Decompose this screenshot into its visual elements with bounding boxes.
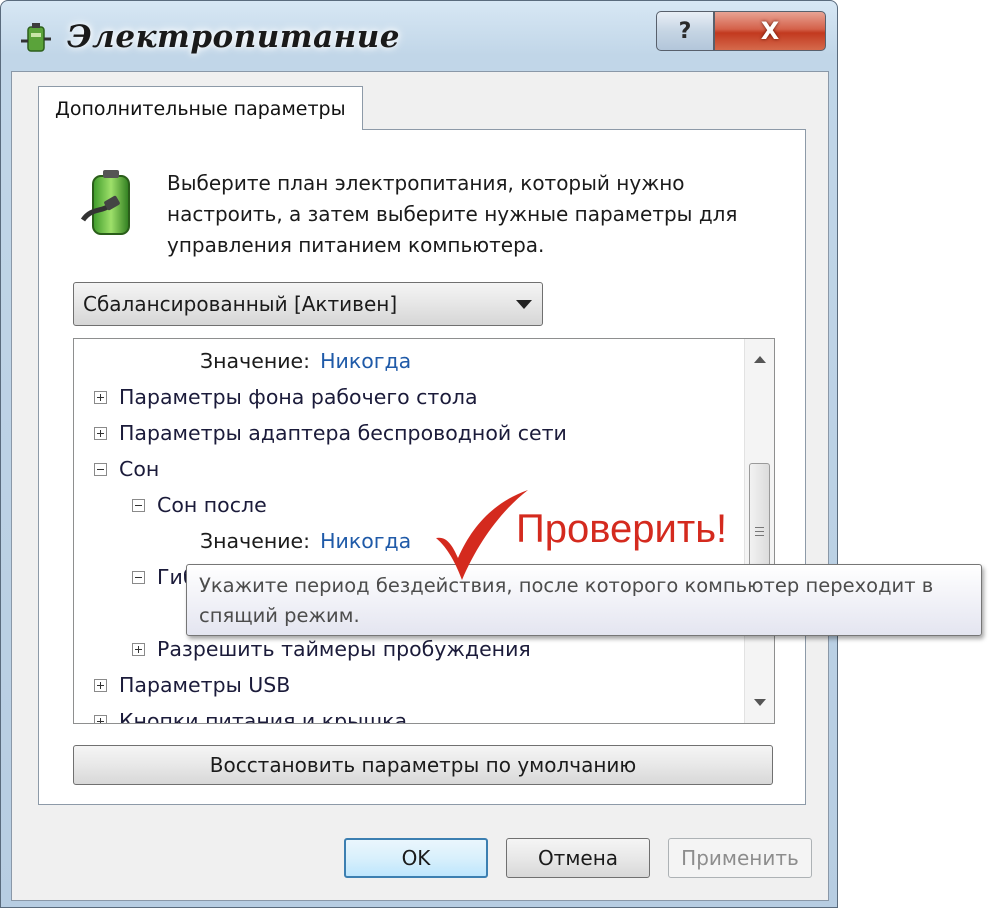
tree-item-wireless-adapter[interactable]: Параметры адаптера беспроводной сети <box>94 417 567 449</box>
value-link[interactable]: Никогда <box>320 349 411 373</box>
restore-defaults-button[interactable]: Восстановить параметры по умолчанию <box>73 745 773 785</box>
collapse-minus-icon[interactable] <box>94 462 107 476</box>
tree-item-label: Кнопки питания и крышка <box>119 709 408 724</box>
tree-item-sleep[interactable]: Сон <box>94 453 159 485</box>
expand-plus-icon[interactable] <box>94 678 107 692</box>
advanced-settings-panel: Выберите план электропитания, который ну… <box>38 129 806 805</box>
power-plan-value: Сбалансированный [Активен] <box>83 292 398 316</box>
value-label: Значение: <box>200 529 311 553</box>
window-title: Электропитание <box>67 19 401 55</box>
annotation-check-label: Проверить! <box>516 507 728 551</box>
expand-plus-icon[interactable] <box>94 714 107 723</box>
sleep-tooltip: Укажите период бездействия, после которо… <box>186 564 982 636</box>
chevron-down-icon <box>516 300 532 309</box>
value-link[interactable]: Никогда <box>320 529 411 553</box>
tree-item-sleep-after[interactable]: Сон после <box>132 489 267 521</box>
tree-item-label: Параметры адаптера беспроводной сети <box>119 421 567 445</box>
close-icon: X <box>760 17 780 45</box>
tree-item-label: Параметры фона рабочего стола <box>119 385 478 409</box>
close-button[interactable]: X <box>714 11 826 51</box>
cancel-button[interactable]: Отмена <box>506 838 650 878</box>
power-options-icon <box>21 23 51 52</box>
grip-line <box>755 535 764 536</box>
tree-value-row[interactable]: Значение: Никогда <box>200 345 411 377</box>
tree-value-row[interactable]: Значение: Никогда <box>200 525 411 557</box>
scroll-up-icon[interactable] <box>754 356 766 363</box>
tree-scrollbar[interactable] <box>744 339 774 723</box>
tree-item-power-buttons[interactable]: Кнопки питания и крышка <box>94 705 408 724</box>
power-plan-select[interactable]: Сбалансированный [Активен] <box>73 282 543 326</box>
tree-item-usb[interactable]: Параметры USB <box>94 669 290 701</box>
expand-plus-icon[interactable] <box>94 426 107 440</box>
collapse-minus-icon[interactable] <box>132 570 145 584</box>
help-button[interactable]: ? <box>656 11 714 51</box>
tree-item-label: Разрешить таймеры пробуждения <box>157 637 531 661</box>
tree-item-label: Сон после <box>157 493 267 517</box>
apply-button[interactable]: Применить <box>668 838 812 878</box>
plan-description: Выберите план электропитания, который ну… <box>167 171 738 257</box>
value-label: Значение: <box>200 349 311 373</box>
power-options-window: Электропитание ? X Дополнительные параме… <box>0 0 838 908</box>
title-bar[interactable]: Электропитание ? X <box>1 1 837 73</box>
dialog-client-area: Дополнительные параметры Выберите план э… <box>11 71 829 901</box>
grip-line <box>755 527 764 528</box>
scroll-down-icon[interactable] <box>754 699 766 706</box>
ok-button[interactable]: OK <box>344 838 488 878</box>
tree-item-label: Параметры USB <box>119 673 291 697</box>
tree-item-label: Сон <box>119 457 160 481</box>
tab-advanced-settings[interactable]: Дополнительные параметры <box>38 86 363 130</box>
expand-plus-icon[interactable] <box>132 642 145 656</box>
expand-plus-icon[interactable] <box>94 390 107 404</box>
collapse-minus-icon[interactable] <box>132 498 145 512</box>
battery-plug-icon <box>80 170 130 235</box>
grip-line <box>755 531 764 532</box>
tree-item-desktop-background[interactable]: Параметры фона рабочего стола <box>94 381 478 413</box>
tree-item-wake-timers[interactable]: Разрешить таймеры пробуждения <box>132 633 531 665</box>
